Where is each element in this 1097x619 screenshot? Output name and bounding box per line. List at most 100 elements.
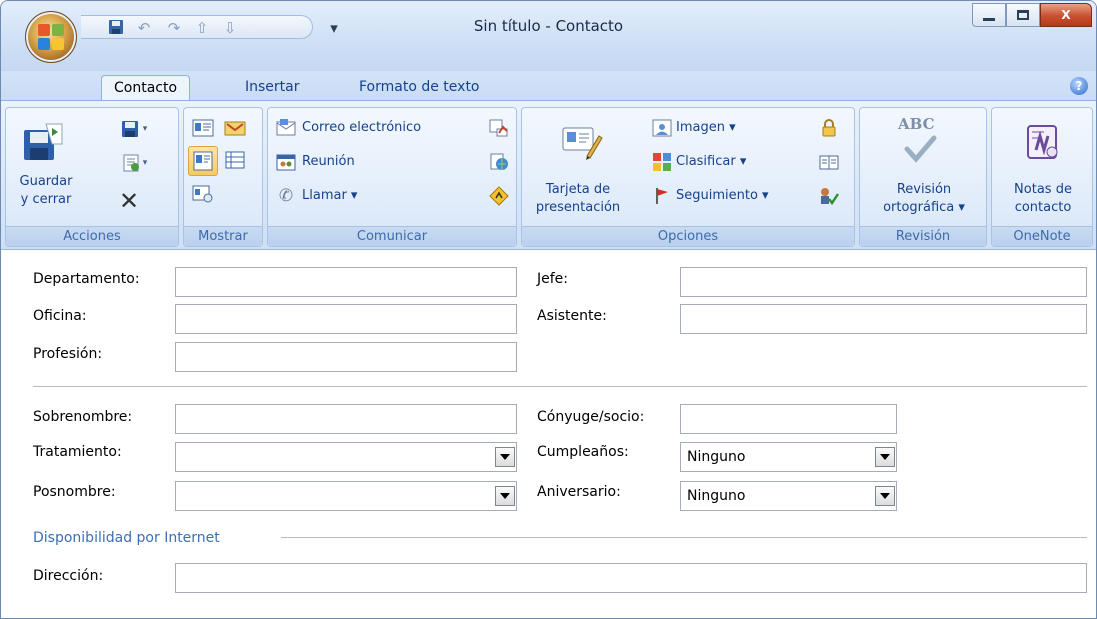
tratamiento-label: Tratamiento: [33, 444, 122, 460]
meeting-button[interactable]: Reunión [276, 152, 416, 174]
cumpleanos-dropdown-icon[interactable] [875, 447, 895, 467]
profesion-input[interactable] [175, 342, 517, 372]
ribbon: Guardar y cerrar ▾ ▾ ✕ Acciones Mostrar … [1, 100, 1096, 250]
group-opciones-label: Opciones [522, 226, 854, 246]
posnombre-label: Posnombre: [33, 484, 116, 500]
window-title: Sin título - Contacto [473, 17, 624, 35]
internet-section-line [281, 537, 1087, 538]
contact-details-form: Departamento: Oficina: Profesión: Jefe: … [1, 250, 1096, 618]
certificates-icon[interactable] [224, 118, 246, 138]
departamento-input[interactable] [175, 267, 517, 297]
aniversario-select[interactable]: Ninguno [680, 481, 897, 511]
meeting-icon [276, 152, 296, 172]
delete-icon[interactable]: ✕ [118, 189, 140, 213]
cumpleanos-select[interactable]: Ninguno [680, 442, 897, 472]
oficina-label: Oficina: [33, 308, 87, 324]
image-button[interactable]: Imagen ▾ [652, 118, 782, 140]
group-comunicar-label: Comunicar [268, 226, 516, 246]
followup-button[interactable]: Seguimiento ▾ [652, 186, 802, 208]
general-view-icon[interactable] [192, 118, 214, 138]
maximize-icon [1017, 10, 1029, 20]
form-divider [33, 386, 1087, 387]
ribbon-tabs: Contacto Insertar Formato de texto ? [1, 71, 1096, 101]
sobrenombre-label: Sobrenombre: [33, 409, 133, 425]
save-close-label-1: Guardar [19, 174, 73, 189]
tab-insertar[interactable]: Insertar [233, 75, 312, 101]
oficina-input[interactable] [175, 304, 517, 334]
categorize-button[interactable]: Clasificar ▾ [652, 152, 792, 174]
contact-notes-label-2: contacto [1014, 200, 1072, 215]
details-view-icon[interactable] [188, 146, 218, 176]
save-new-icon[interactable]: ▾ [116, 118, 152, 140]
maximize-button[interactable] [1006, 3, 1040, 27]
check-names-icon[interactable] [818, 186, 840, 206]
save-as-icon[interactable]: ▾ [116, 152, 152, 174]
all-fields-icon[interactable] [192, 184, 214, 204]
send-options-icon[interactable] [488, 118, 510, 138]
aniversario-dropdown-icon[interactable] [875, 486, 895, 506]
group-comunicar: Correo electrónico Reunión ✆ Llamar ▾ Co… [267, 107, 517, 247]
tab-formato-de-texto[interactable]: Formato de texto [347, 75, 492, 101]
help-icon[interactable]: ? [1070, 77, 1088, 95]
minimize-icon [983, 17, 995, 21]
save-close-label-2: y cerrar [20, 192, 72, 207]
email-button[interactable]: Correo electrónico [276, 118, 486, 140]
contact-window: ↶ ↷ ⇧ ⇩ ▾ Sin título - Contacto X Contac… [0, 0, 1097, 619]
group-acciones: Guardar y cerrar ▾ ▾ ✕ Acciones [5, 107, 179, 247]
group-mostrar-label: Mostrar [184, 226, 262, 246]
address-book-icon[interactable] [818, 152, 840, 172]
window-controls: X [972, 3, 1092, 27]
conyuge-input[interactable] [680, 404, 897, 434]
departamento-label: Departamento: [33, 271, 140, 287]
direccion-input[interactable] [175, 563, 1087, 593]
categorize-label: Clasificar ▾ [676, 154, 747, 169]
tratamiento-select[interactable] [175, 442, 517, 472]
spelling-label-1: Revisión [896, 182, 952, 197]
close-icon: X [1061, 8, 1071, 22]
group-revision-label: Revisión [860, 226, 986, 246]
posnombre-select[interactable] [175, 481, 517, 511]
sobrenombre-input[interactable] [175, 404, 517, 434]
group-onenote: Notas de contacto OneNote [991, 107, 1093, 247]
direccion-label: Dirección: [33, 568, 104, 584]
group-onenote-label: OneNote [992, 226, 1092, 246]
map-icon[interactable] [488, 186, 510, 206]
cumpleanos-value: Ninguno [687, 449, 746, 465]
image-icon [652, 118, 672, 138]
onenote-icon [1020, 120, 1064, 164]
followup-label: Seguimiento ▾ [676, 188, 769, 203]
business-card-button[interactable]: Tarjeta de presentación [524, 110, 632, 222]
save-close-button[interactable]: Guardar y cerrar [8, 110, 86, 222]
group-opciones: Tarjeta de presentación Imagen ▾ Clasifi… [521, 107, 855, 247]
private-lock-icon[interactable] [818, 118, 840, 138]
title-bar: ↶ ↷ ⇧ ⇩ ▾ Sin título - Contacto X [1, 1, 1096, 71]
jefe-input[interactable] [680, 267, 1087, 297]
minimize-button[interactable] [972, 3, 1006, 27]
contact-notes-label-1: Notas de [1014, 182, 1072, 197]
asistente-input[interactable] [680, 304, 1087, 334]
business-card-label-2: presentación [535, 200, 621, 215]
contact-notes-button[interactable]: Notas de contacto [994, 110, 1092, 222]
flag-icon [652, 186, 672, 206]
jefe-label: Jefe: [537, 271, 569, 287]
web-page-icon[interactable] [488, 152, 510, 172]
business-card-icon [560, 120, 604, 164]
business-card-label-1: Tarjeta de [545, 182, 611, 197]
group-revision: ABC Revisión ortográfica ▾ Revisión [859, 107, 987, 247]
aniversario-value: Ninguno [687, 488, 746, 504]
spelling-label-2: ortográfica ▾ [883, 200, 965, 215]
tab-contacto[interactable]: Contacto [101, 75, 191, 101]
spelling-button[interactable]: ABC Revisión ortográfica ▾ [862, 110, 986, 222]
aniversario-label: Aniversario: [537, 484, 621, 500]
conyuge-label: Cónyuge/socio: [537, 409, 645, 425]
spelling-abc-text: ABC [898, 115, 935, 133]
image-label: Imagen ▾ [676, 120, 736, 135]
close-button[interactable]: X [1040, 3, 1092, 27]
activities-icon[interactable] [224, 150, 246, 170]
call-button[interactable]: ✆ Llamar ▾ [276, 186, 416, 208]
phone-icon: ✆ [278, 185, 294, 206]
posnombre-dropdown-icon[interactable] [495, 486, 515, 506]
tratamiento-dropdown-icon[interactable] [495, 447, 515, 467]
group-acciones-label: Acciones [6, 226, 178, 246]
meeting-label: Reunión [302, 154, 355, 169]
